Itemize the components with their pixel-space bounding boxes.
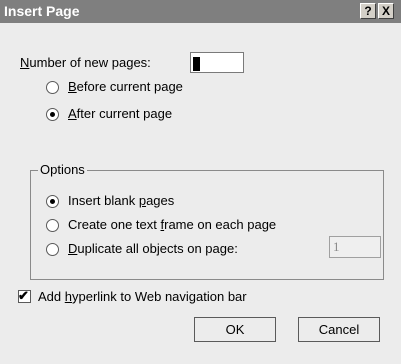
create-text-frame-label: Create one text frame on each page xyxy=(68,217,277,232)
ok-button[interactable]: OK xyxy=(194,317,276,342)
create-text-frame-radio[interactable] xyxy=(46,219,59,232)
options-group-title: Options xyxy=(38,162,87,177)
hyperlink-checkbox[interactable]: ✔ xyxy=(18,288,31,303)
hyperlink-label: Add hyperlink to Web navigation bar xyxy=(38,289,247,304)
before-current-page-radio[interactable] xyxy=(46,81,59,94)
checkmark-icon: ✔ xyxy=(18,288,29,303)
number-of-pages-input[interactable]: 1 xyxy=(190,52,244,73)
close-button[interactable]: X xyxy=(378,3,394,19)
cancel-button[interactable]: Cancel xyxy=(298,317,380,342)
insert-blank-pages-label: Insert blank pages xyxy=(68,193,175,208)
dialog-title: Insert Page xyxy=(4,3,80,19)
help-button[interactable]: ? xyxy=(360,3,376,19)
after-current-page-radio[interactable] xyxy=(46,108,59,121)
number-of-pages-label: Number of new pages: xyxy=(20,55,151,70)
before-current-page-label: Before current page xyxy=(68,79,183,94)
insert-page-dialog: Insert Page ? X Number of new pages: 1 B… xyxy=(0,0,401,364)
duplicate-page-number-input[interactable]: 1 xyxy=(329,236,381,258)
after-current-page-label: After current page xyxy=(68,106,173,121)
duplicate-objects-radio[interactable] xyxy=(46,243,59,256)
title-bar: Insert Page ? X xyxy=(0,0,401,23)
duplicate-objects-label: Duplicate all objects on page: xyxy=(68,241,238,256)
text-cursor xyxy=(193,56,200,71)
insert-blank-pages-radio[interactable] xyxy=(46,195,59,208)
